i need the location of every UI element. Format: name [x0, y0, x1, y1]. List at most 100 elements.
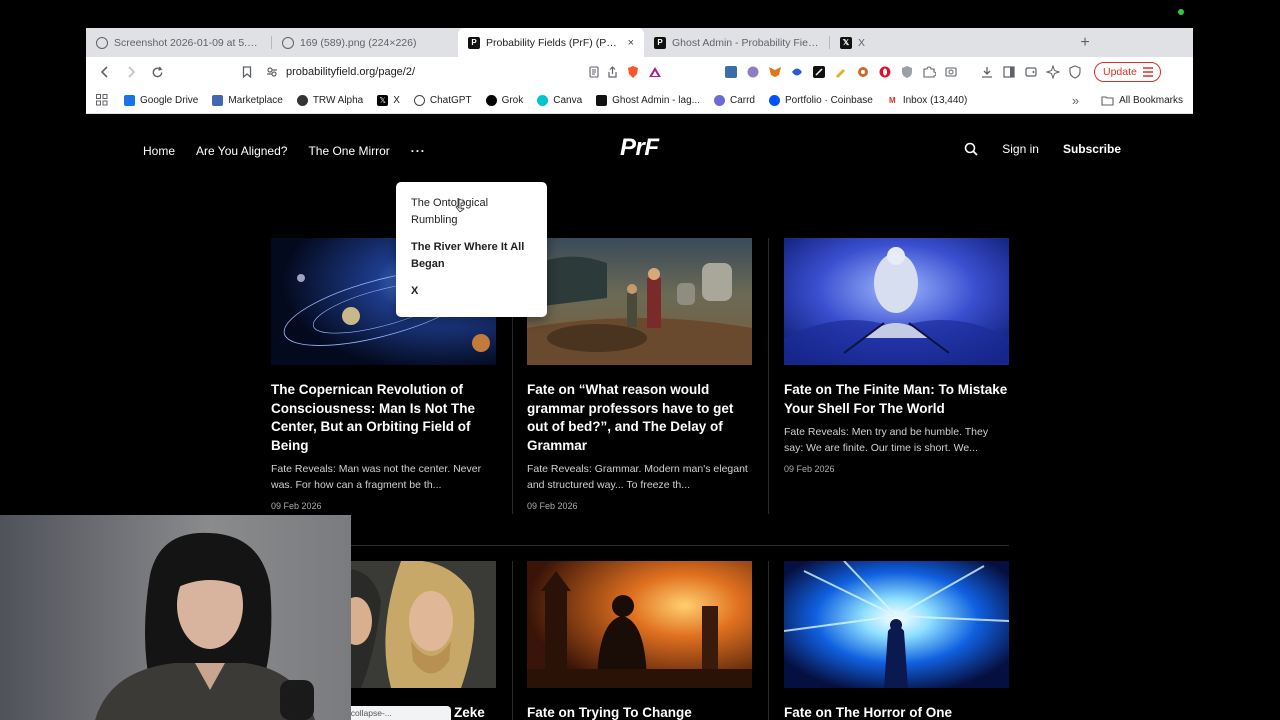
post-title[interactable]: Fate on “What reason would grammar profe… [527, 381, 752, 455]
extension-7-icon[interactable] [854, 63, 872, 81]
forward-button[interactable] [120, 61, 142, 83]
new-tab-button[interactable]: + [1070, 28, 1100, 57]
screen: Screenshot 2026-01-09 at 5.18.12 169 (58… [0, 0, 1280, 720]
site-logo[interactable]: PrF [620, 134, 659, 162]
puzzle-icon[interactable] [920, 63, 938, 81]
nav-home[interactable]: Home [143, 144, 175, 158]
extension-6-icon[interactable] [832, 63, 850, 81]
dropdown-item-ontological-rumbling[interactable]: The Ontological Rumbling [411, 195, 532, 229]
bookmark-ghost-admin[interactable]: Ghost Admin - lag... [596, 94, 700, 106]
drive-icon [124, 94, 135, 106]
post-card[interactable]: Fate on “What reason would grammar profe… [527, 238, 752, 511]
marketplace-icon [212, 94, 224, 106]
share-icon [608, 66, 617, 78]
post-image-meditating[interactable] [784, 238, 1009, 365]
coinbase-icon [769, 94, 780, 106]
carrd-icon [713, 94, 725, 106]
screenshot-tool-icon[interactable] [942, 63, 960, 81]
tab-ghost-admin[interactable]: P Ghost Admin - Probability Fields (PrF) [644, 28, 830, 57]
post-image-sunset[interactable] [527, 561, 752, 688]
search-icon[interactable] [964, 142, 978, 156]
tab-title: 169 (589).png (224×226) [300, 36, 417, 49]
post-card[interactable]: Fate on The Horror of One [784, 561, 1009, 720]
grid-icon [96, 94, 108, 106]
post-title[interactable]: Fate on The Horror of One [784, 704, 1009, 720]
bookmark-grok[interactable]: Grok [485, 94, 524, 106]
x-icon: 𝕏 [377, 94, 389, 106]
address-bar[interactable]: probabilityfield.org/page/2/ [242, 60, 662, 84]
site-actions: Sign in Subscribe [964, 142, 1121, 156]
sign-in-link[interactable]: Sign in [1002, 142, 1039, 156]
bookmark-x[interactable]: 𝕏X [377, 94, 400, 106]
more-bookmarks-button[interactable]: » [1072, 93, 1079, 108]
dropdown-item-river[interactable]: The River Where It All Began [411, 239, 532, 273]
bookmark-coinbase[interactable]: Portfolio · Coinbase [769, 94, 873, 106]
opera-icon[interactable] [876, 63, 894, 81]
post-title[interactable]: Fate on Trying To Change [527, 704, 752, 720]
extension-4-icon[interactable] [788, 63, 806, 81]
chevron-right-icon [128, 66, 136, 78]
reload-button[interactable] [146, 61, 168, 83]
mouse-cursor-icon [455, 198, 465, 213]
bookmark-trw-alpha[interactable]: TRW Alpha [296, 94, 363, 106]
recording-indicator [1178, 9, 1184, 15]
globe-icon [96, 36, 108, 49]
all-bookmarks-button[interactable]: All Bookmarks [1101, 95, 1183, 106]
bookmark-label: ChatGPT [429, 94, 472, 106]
nav-more-button[interactable]: ··· [411, 144, 426, 158]
prf-favicon-icon: P [654, 36, 666, 49]
vpn-shield-icon[interactable] [1066, 63, 1084, 81]
bookmark-icon [242, 66, 252, 78]
download-icon[interactable] [978, 63, 996, 81]
metamask-icon[interactable] [766, 63, 784, 81]
post-title[interactable]: Fate on The Finite Man: To Mistake Your … [784, 381, 1009, 418]
column-divider [768, 561, 769, 720]
extension-1-icon[interactable] [722, 63, 740, 81]
post-card[interactable]: Fate on Trying To Change [527, 561, 752, 720]
post-date: 09 Feb 2026 [271, 501, 322, 511]
leo-ai-icon[interactable] [1044, 63, 1062, 81]
update-label: Update [1103, 66, 1137, 78]
reload-icon [152, 66, 162, 77]
back-button[interactable] [94, 61, 116, 83]
shield-icon[interactable] [898, 63, 916, 81]
tab-probability-fields[interactable]: P Probability Fields (PrF) (Page 2) × [458, 28, 644, 57]
bookmark-google-drive[interactable]: Google Drive [124, 94, 198, 106]
tab-title: X [858, 36, 866, 49]
bookmark-canva[interactable]: Canva [537, 94, 583, 106]
tab-title: Probability Fields (PrF) (Page 2) [486, 36, 622, 49]
bookmark-label: Canva [553, 94, 583, 106]
trw-icon [296, 94, 308, 106]
canva-icon [537, 94, 549, 106]
gmail-icon: M [888, 95, 896, 105]
bookmark-gmail[interactable]: M Inbox (13,440) [887, 95, 967, 106]
wallet-icon[interactable] [1022, 63, 1040, 81]
x-favicon-icon: 𝕏 [840, 36, 852, 49]
sidebar-icon[interactable] [1000, 63, 1018, 81]
post-image-blue-light[interactable] [784, 561, 1009, 688]
nav-the-one-mirror[interactable]: The One Mirror [308, 144, 389, 158]
post-excerpt: Fate Reveals: Man was not the center. Ne… [271, 463, 482, 491]
bookmark-label: Grok [501, 94, 524, 106]
update-button[interactable]: Update [1094, 62, 1161, 82]
bookmark-carrd[interactable]: Carrd [713, 94, 755, 106]
post-card[interactable]: Fate on The Finite Man: To Mistake Your … [784, 238, 1009, 474]
subscribe-link[interactable]: Subscribe [1063, 142, 1121, 156]
bookmark-marketplace[interactable]: Marketplace [212, 94, 283, 106]
nav-are-you-aligned[interactable]: Are You Aligned? [196, 144, 287, 158]
post-excerpt: Fate Reveals: Grammar. Modern man's eleg… [527, 463, 748, 491]
close-icon[interactable]: × [628, 37, 634, 49]
post-title[interactable]: The Copernican Revolution of Consciousne… [271, 381, 496, 455]
bookmark-chatgpt[interactable]: ChatGPT [413, 94, 472, 106]
globe-icon [282, 36, 294, 49]
post-image-graveyard[interactable] [527, 238, 752, 365]
tab-x[interactable]: 𝕏 X [830, 28, 910, 57]
extension-5-icon[interactable] [810, 63, 828, 81]
extension-2-icon[interactable] [744, 63, 762, 81]
tab-image[interactable]: 169 (589).png (224×226) [272, 28, 458, 57]
apps-grid-button[interactable] [96, 94, 108, 106]
folder-icon [1101, 95, 1114, 106]
dropdown-item-x[interactable]: X [411, 283, 532, 300]
tab-screenshot[interactable]: Screenshot 2026-01-09 at 5.18.12 [86, 28, 272, 57]
prf-favicon-icon: P [468, 36, 480, 49]
